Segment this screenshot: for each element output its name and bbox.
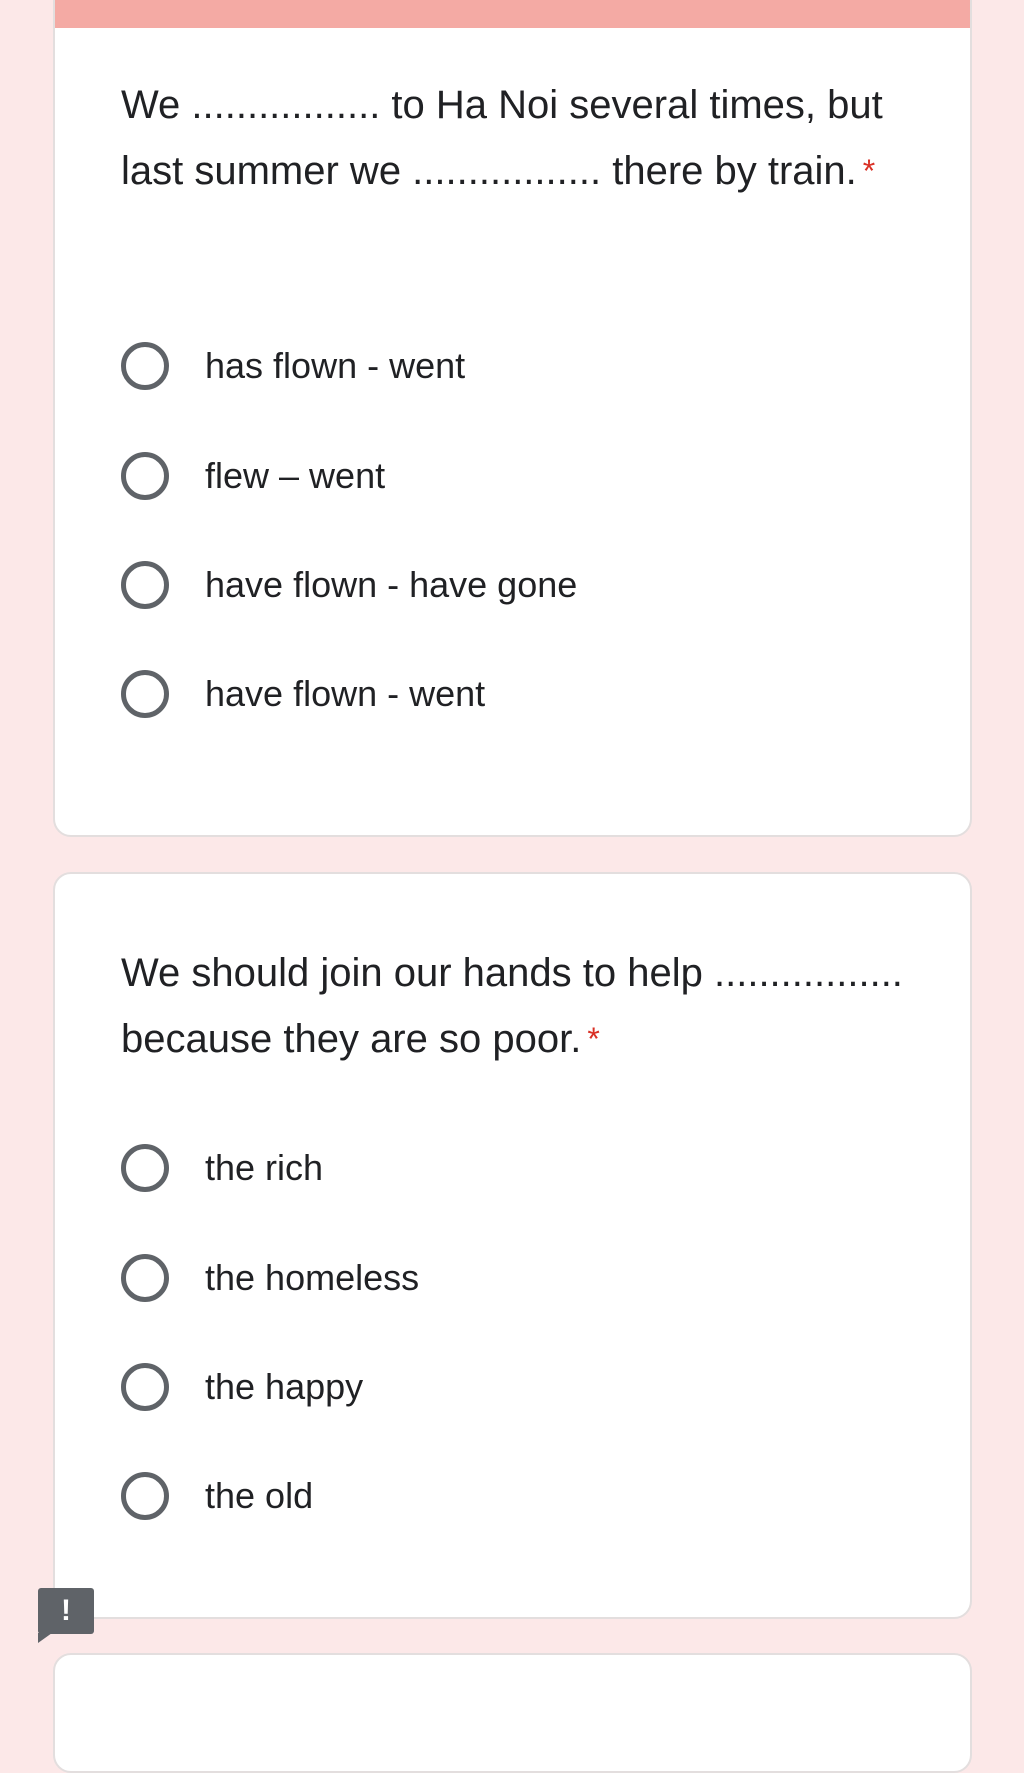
required-asterisk: * (862, 153, 876, 189)
radio-unchecked-icon[interactable] (121, 1363, 169, 1411)
option-label: flew – went (205, 455, 386, 496)
option-have-flown-went[interactable]: have flown - went (121, 664, 485, 724)
option-flew-went[interactable]: flew – went (121, 446, 385, 506)
radio-unchecked-icon[interactable] (121, 1144, 169, 1192)
radio-unchecked-icon[interactable] (121, 342, 169, 390)
option-label: the happy (205, 1366, 364, 1407)
option-the-rich[interactable]: the rich (121, 1138, 323, 1198)
form-header-accent-bar (55, 0, 970, 28)
option-the-homeless[interactable]: the homeless (121, 1248, 419, 1308)
option-the-old[interactable]: the old (121, 1466, 313, 1526)
radio-unchecked-icon[interactable] (121, 1472, 169, 1520)
option-have-flown-have-gone[interactable]: have flown - have gone (121, 555, 577, 615)
radio-unchecked-icon[interactable] (121, 561, 169, 609)
question-title: We should join our hands to help .......… (121, 940, 911, 1072)
option-the-happy[interactable]: the happy (121, 1357, 363, 1417)
question-card-2: We should join our hands to help .......… (53, 872, 972, 1619)
option-label: the homeless (205, 1257, 420, 1298)
radio-unchecked-icon[interactable] (121, 452, 169, 500)
option-label: have flown - went (205, 673, 486, 714)
option-has-flown-went[interactable]: has flown - went (121, 336, 465, 396)
required-asterisk: * (587, 1021, 600, 1057)
option-label: the old (205, 1475, 314, 1516)
exclamation-badge-icon[interactable]: ! (38, 1588, 94, 1634)
question-title: We ................. to Ha Noi several t… (121, 72, 911, 204)
question-text: We ................. to Ha Noi several t… (121, 83, 883, 193)
radio-unchecked-icon[interactable] (121, 670, 169, 718)
option-label: the rich (205, 1147, 324, 1188)
question-card-1: We ................. to Ha Noi several t… (53, 0, 972, 837)
question-text: We should join our hands to help .......… (121, 951, 903, 1061)
badge-tail (38, 1633, 52, 1643)
option-label: has flown - went (205, 345, 466, 386)
radio-unchecked-icon[interactable] (121, 1254, 169, 1302)
option-label: have flown - have gone (205, 564, 578, 605)
question-card-3-partial (53, 1653, 972, 1773)
